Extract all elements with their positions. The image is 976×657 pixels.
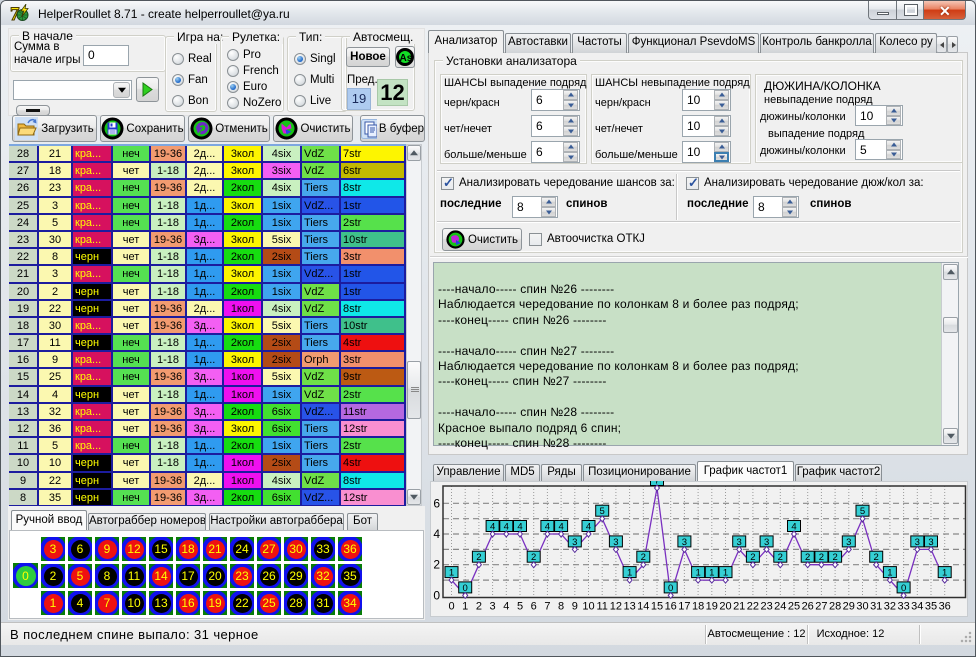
svg-text:30: 30 (856, 600, 868, 612)
svg-text:10: 10 (582, 600, 594, 612)
svg-text:0: 0 (433, 588, 440, 602)
svg-text:19: 19 (706, 600, 718, 612)
svg-text:0: 0 (448, 600, 454, 612)
svg-text:6: 6 (433, 496, 440, 510)
svg-text:29: 29 (843, 600, 855, 612)
svg-text:32: 32 (884, 600, 896, 612)
svg-text:34: 34 (911, 600, 923, 612)
svg-text:4: 4 (433, 527, 440, 541)
svg-text:21: 21 (733, 600, 745, 612)
svg-text:17: 17 (678, 600, 690, 612)
svg-text:11: 11 (596, 600, 607, 612)
svg-text:2: 2 (433, 558, 440, 572)
svg-text:28: 28 (829, 600, 841, 612)
svg-text:23: 23 (760, 600, 772, 612)
svg-text:7: 7 (544, 600, 550, 612)
svg-text:9: 9 (572, 600, 578, 612)
svg-text:22: 22 (747, 600, 759, 612)
svg-text:26: 26 (802, 600, 814, 612)
svg-text:33: 33 (897, 600, 909, 612)
svg-text:20: 20 (719, 600, 731, 612)
svg-text:5: 5 (517, 600, 523, 612)
svg-text:As: As (400, 53, 413, 64)
svg-text:27: 27 (815, 600, 827, 612)
svg-text:1: 1 (462, 600, 468, 612)
svg-text:14: 14 (637, 600, 649, 612)
svg-text:24: 24 (774, 600, 786, 612)
svg-text:15: 15 (651, 600, 663, 612)
svg-text:18: 18 (692, 600, 704, 612)
svg-text:4: 4 (503, 600, 509, 612)
svg-text:25: 25 (788, 600, 800, 612)
svg-text:31: 31 (870, 600, 882, 612)
svg-text:36: 36 (939, 600, 951, 612)
svg-text:8: 8 (558, 600, 564, 612)
svg-text:16: 16 (665, 600, 677, 612)
svg-text:35: 35 (925, 600, 937, 612)
svg-text:2: 2 (476, 600, 482, 612)
svg-text:6: 6 (531, 600, 537, 612)
svg-text:3: 3 (490, 600, 496, 612)
svg-text:12: 12 (610, 600, 622, 612)
svg-text:13: 13 (623, 600, 635, 612)
